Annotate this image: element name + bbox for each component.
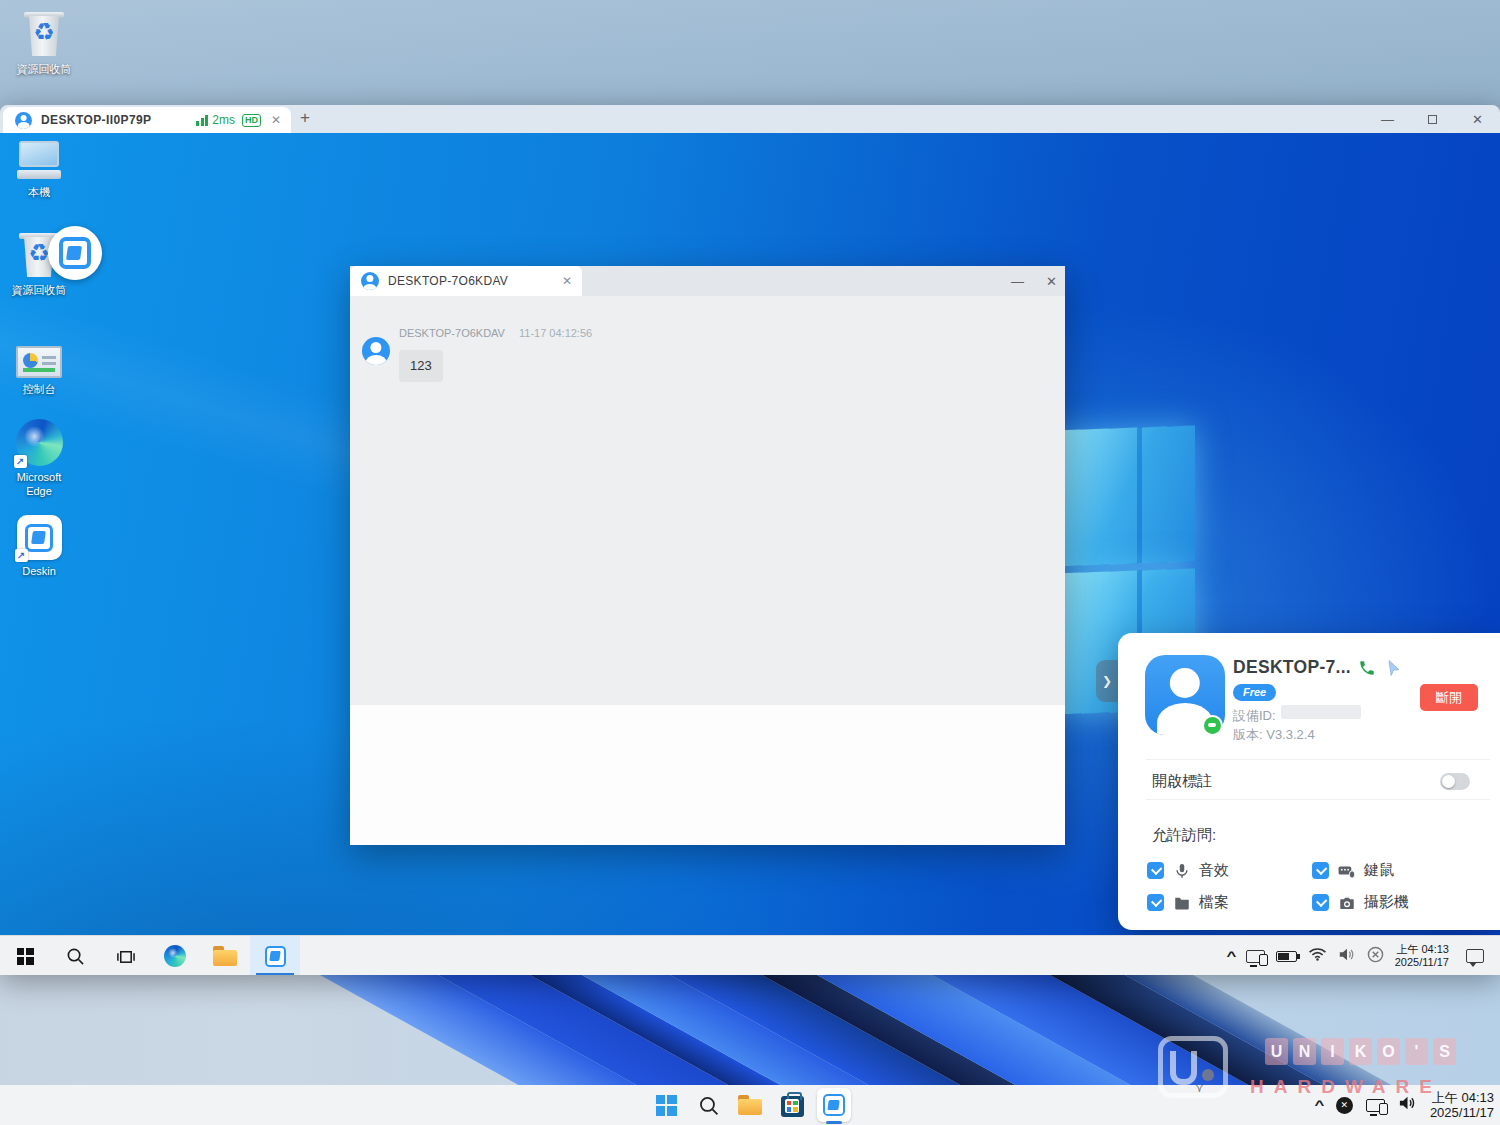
chat-avatar-icon (361, 272, 379, 290)
watermark: ⋎ UNIKO'S HARDWARE (1150, 1030, 1480, 1120)
annotation-label: 開啟標註 (1152, 772, 1212, 791)
chat-tab-title: DESKTOP-7O6KDAV (388, 274, 562, 288)
remote-clock[interactable]: 上午 04:13 2025/11/17 (1395, 943, 1449, 969)
permission-camera[interactable]: 攝影機 (1312, 893, 1409, 912)
active-app-indicator (256, 973, 294, 975)
remote-explorer-icon[interactable] (200, 936, 250, 975)
active-app-indicator (826, 1121, 842, 1124)
plan-badge: Free (1233, 684, 1276, 701)
panel-collapse-arrow[interactable]: ❯ (1096, 660, 1118, 702)
session-tab-close-icon[interactable]: ✕ (271, 113, 281, 127)
permission-audio[interactable]: 音效 (1147, 861, 1229, 880)
chat-tab[interactable]: DESKTOP-7O6KDAV ✕ (350, 266, 582, 296)
checkbox-checked[interactable] (1312, 894, 1329, 911)
desktop-icon-edge[interactable]: ↗ Microsoft Edge (0, 419, 78, 498)
tray-expand-icon[interactable]: ^ (1226, 949, 1236, 963)
maximize-button[interactable] (1410, 112, 1455, 127)
battery-icon[interactable] (1276, 951, 1297, 962)
message-avatar-icon (362, 337, 390, 365)
recycle-bin-art: ♻ (24, 10, 64, 58)
chat-input-area[interactable] (350, 705, 1065, 845)
chat-message-area: DESKTOP-7O6KDAV 11-17 04:12:56 123 (350, 296, 1065, 705)
permission-keyboard-mouse[interactable]: 鍵鼠 (1312, 861, 1394, 880)
host-recycle-bin-label: 資源回收筒 (17, 62, 72, 76)
checkbox-checked[interactable] (1147, 894, 1164, 911)
device-name: DESKTOP-7... (1233, 657, 1351, 678)
host-start-button[interactable] (645, 1085, 687, 1125)
host-recycle-bin-icon[interactable]: ♻ 資源回收筒 (5, 10, 83, 76)
signal-strength-icon (196, 115, 208, 126)
checkbox-checked[interactable] (1312, 862, 1329, 879)
host-wallpaper-top (0, 0, 1500, 110)
camera-icon (1337, 893, 1356, 912)
remote-desktop: 本機 ♻ 資源回收筒 控制台 ↗ Microsoft Edge (0, 133, 1500, 975)
message-sender: DESKTOP-7O6KDAV (399, 327, 505, 339)
message-timestamp: 11-17 04:12:56 (519, 327, 592, 339)
watermark-logo: ⋎ (1158, 1036, 1228, 1098)
desktop-icon-control-panel[interactable]: 控制台 (0, 338, 78, 396)
remote-cursor-icon[interactable] (1384, 658, 1401, 675)
remote-edge-icon[interactable] (150, 936, 200, 975)
remote-session-window: DESKTOP-II0P79P 2ms HD ✕ + — ✕ 本機 ♻ (0, 105, 1500, 975)
watermark-line1: UNIKO'S (1265, 1038, 1456, 1065)
notification-icon[interactable] (1466, 949, 1484, 963)
message-bubble: 123 (399, 350, 443, 381)
chat-close-button[interactable]: ✕ (1046, 274, 1057, 289)
close-button[interactable]: ✕ (1455, 112, 1500, 127)
chat-message: DESKTOP-7O6KDAV 11-17 04:12:56 123 (362, 327, 592, 381)
annotation-toggle[interactable] (1440, 773, 1470, 790)
wifi-icon[interactable] (1308, 947, 1327, 965)
speaker-icon[interactable] (1338, 947, 1356, 966)
allow-access-label: 允許訪問: (1152, 826, 1216, 845)
divider (1146, 799, 1490, 800)
watermark-line2: HARDWARE (1250, 1076, 1442, 1098)
voice-call-icon[interactable] (1358, 659, 1376, 677)
folder-icon (1172, 893, 1191, 912)
deskin-tray-icon[interactable] (1367, 946, 1384, 967)
host-store-icon[interactable] (771, 1085, 813, 1125)
remote-session-title: DESKTOP-II0P79P (41, 113, 196, 127)
hd-quality-badge[interactable]: HD (242, 114, 261, 127)
control-panel-art (16, 346, 62, 378)
cast-tray-icon[interactable] (1246, 950, 1265, 963)
chat-minimize-button[interactable]: — (1011, 274, 1024, 289)
this-pc-art (16, 139, 62, 181)
deskin-control-panel: DESKTOP-7... Free 設備ID: 版本: V3.3.2.4 斷開 … (1118, 633, 1500, 930)
desktop-icon-this-pc[interactable]: 本機 (0, 139, 78, 199)
device-id-label: 設備ID: (1233, 707, 1276, 725)
remote-session-tab[interactable]: DESKTOP-II0P79P 2ms HD ✕ (3, 107, 291, 133)
chat-window: DESKTOP-7O6KDAV ✕ — ✕ DESKTOP-7O6KDAV 11-… (350, 266, 1065, 845)
session-avatar-icon (15, 112, 32, 129)
host-explorer-icon[interactable] (729, 1085, 771, 1125)
desktop-icon-deskin[interactable]: ↗ Deskin (0, 515, 78, 578)
device-id-value (1281, 705, 1361, 719)
permission-files[interactable]: 檔案 (1147, 893, 1229, 912)
divider (1146, 759, 1490, 760)
host-deskin-icon[interactable] (813, 1085, 855, 1125)
minimize-button[interactable]: — (1365, 112, 1410, 127)
checkbox-checked[interactable] (1147, 862, 1164, 879)
remote-search-button[interactable] (50, 936, 100, 975)
deskin-floating-ball[interactable] (48, 226, 102, 280)
host-search-button[interactable] (687, 1085, 729, 1125)
microphone-icon (1172, 861, 1191, 880)
deskin-art: ↗ (17, 515, 62, 560)
edge-art: ↗ (16, 419, 63, 466)
remote-window-titlebar: DESKTOP-II0P79P 2ms HD ✕ + — ✕ (0, 105, 1500, 133)
remote-deskin-taskbar-icon[interactable] (250, 936, 300, 975)
latency-value: 2ms (212, 113, 235, 127)
disconnect-button[interactable]: 斷開 (1420, 684, 1478, 711)
keyboard-mouse-icon (1337, 861, 1356, 880)
online-status-badge (1202, 715, 1223, 736)
remote-taskbar: ^ 上午 04:13 2025/11/17 (0, 935, 1500, 975)
chat-tab-close-icon[interactable]: ✕ (562, 274, 572, 288)
chat-titlebar: DESKTOP-7O6KDAV ✕ — ✕ (350, 266, 1065, 296)
version-label: 版本: V3.3.2.4 (1233, 726, 1315, 744)
new-session-tab-button[interactable]: + (300, 108, 310, 128)
remote-start-button[interactable] (0, 936, 50, 975)
remote-task-view-button[interactable] (100, 936, 150, 975)
